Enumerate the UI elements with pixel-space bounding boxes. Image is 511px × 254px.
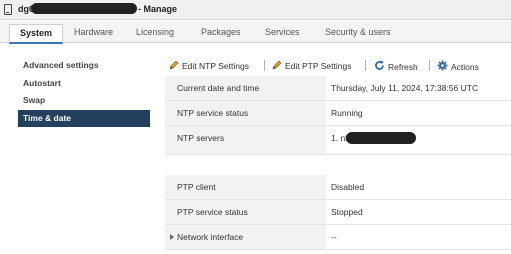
row-label-ntp-servers: NTP servers [165, 126, 326, 154]
ntp-info-table: Current date and time Thursday, July 11,… [165, 76, 511, 155]
row-value-current-date-time: Thursday, July 11, 2024, 17:38:56 UTC [331, 83, 479, 93]
sidebar-item-time-date[interactable]: Time & date [18, 109, 150, 127]
ptp-info-table: PTP client Disabled PTP service status S… [165, 175, 511, 250]
tab-security-users[interactable]: Security & users [325, 27, 391, 37]
toolbar: Edit NTP Settings Edit PTP Settings Refr… [165, 56, 511, 76]
table-row: Current date and time Thursday, July 11,… [165, 76, 511, 101]
row-label-ntp-service-status: NTP service status [165, 101, 326, 125]
row-label-ptp-client: PTP client [165, 175, 326, 199]
edit-ptp-settings-label: Edit PTP Settings [285, 61, 352, 71]
tab-packages[interactable]: Packages [201, 27, 241, 37]
row-value-ntp-service-status: Running [331, 108, 363, 118]
settings-sidebar: Advanced settings Autostart Swap Time & … [18, 57, 150, 127]
toolbar-divider [264, 60, 265, 71]
sidebar-item-advanced-settings[interactable]: Advanced settings [18, 57, 150, 75]
table-row: NTP service status Running [165, 101, 511, 126]
redaction-mark [31, 3, 137, 14]
title-bar: dg01 - Manage [0, 0, 511, 20]
host-icon [4, 4, 12, 15]
table-row[interactable]: Network interface -- [165, 225, 511, 250]
sidebar-item-autostart[interactable]: Autostart [18, 75, 150, 93]
table-row: PTP service status Stopped [165, 200, 511, 225]
expand-arrow-icon[interactable] [170, 234, 174, 240]
tab-services[interactable]: Services [265, 27, 300, 37]
edit-ptp-settings-button[interactable]: Edit PTP Settings [272, 60, 351, 72]
actions-button[interactable]: Actions [437, 60, 479, 73]
tab-bar: System Hardware Licensing Packages Servi… [0, 21, 511, 44]
row-label-current-date-time: Current date and time [165, 76, 326, 100]
tab-licensing[interactable]: Licensing [136, 27, 174, 37]
row-label-ptp-service-status: PTP service status [165, 200, 326, 224]
sidebar-item-swap[interactable]: Swap [18, 92, 150, 110]
row-value-ptp-service-status: Stopped [331, 207, 363, 217]
pencil-icon [169, 60, 179, 72]
toolbar-divider [429, 60, 430, 71]
refresh-button[interactable]: Refresh [374, 60, 418, 73]
toolbar-divider [365, 60, 366, 71]
network-interface-label: Network interface [177, 232, 244, 242]
edit-ntp-settings-button[interactable]: Edit NTP Settings [169, 60, 249, 72]
pencil-icon [272, 60, 282, 72]
edit-ntp-settings-label: Edit NTP Settings [182, 61, 249, 71]
title-suffix: - Manage [138, 4, 178, 14]
row-value-network-interface: -- [331, 232, 337, 242]
table-row: PTP client Disabled [165, 175, 511, 200]
row-value-ptp-client: Disabled [331, 182, 365, 192]
redaction-mark [346, 132, 416, 144]
refresh-icon [374, 60, 385, 73]
refresh-label: Refresh [388, 62, 418, 72]
row-label-network-interface[interactable]: Network interface [165, 225, 326, 249]
tab-system[interactable]: System [9, 24, 64, 44]
table-row: NTP servers 1. ntp [165, 126, 511, 155]
actions-label: Actions [451, 62, 479, 72]
tab-hardware[interactable]: Hardware [74, 27, 113, 37]
gear-icon [437, 60, 448, 73]
